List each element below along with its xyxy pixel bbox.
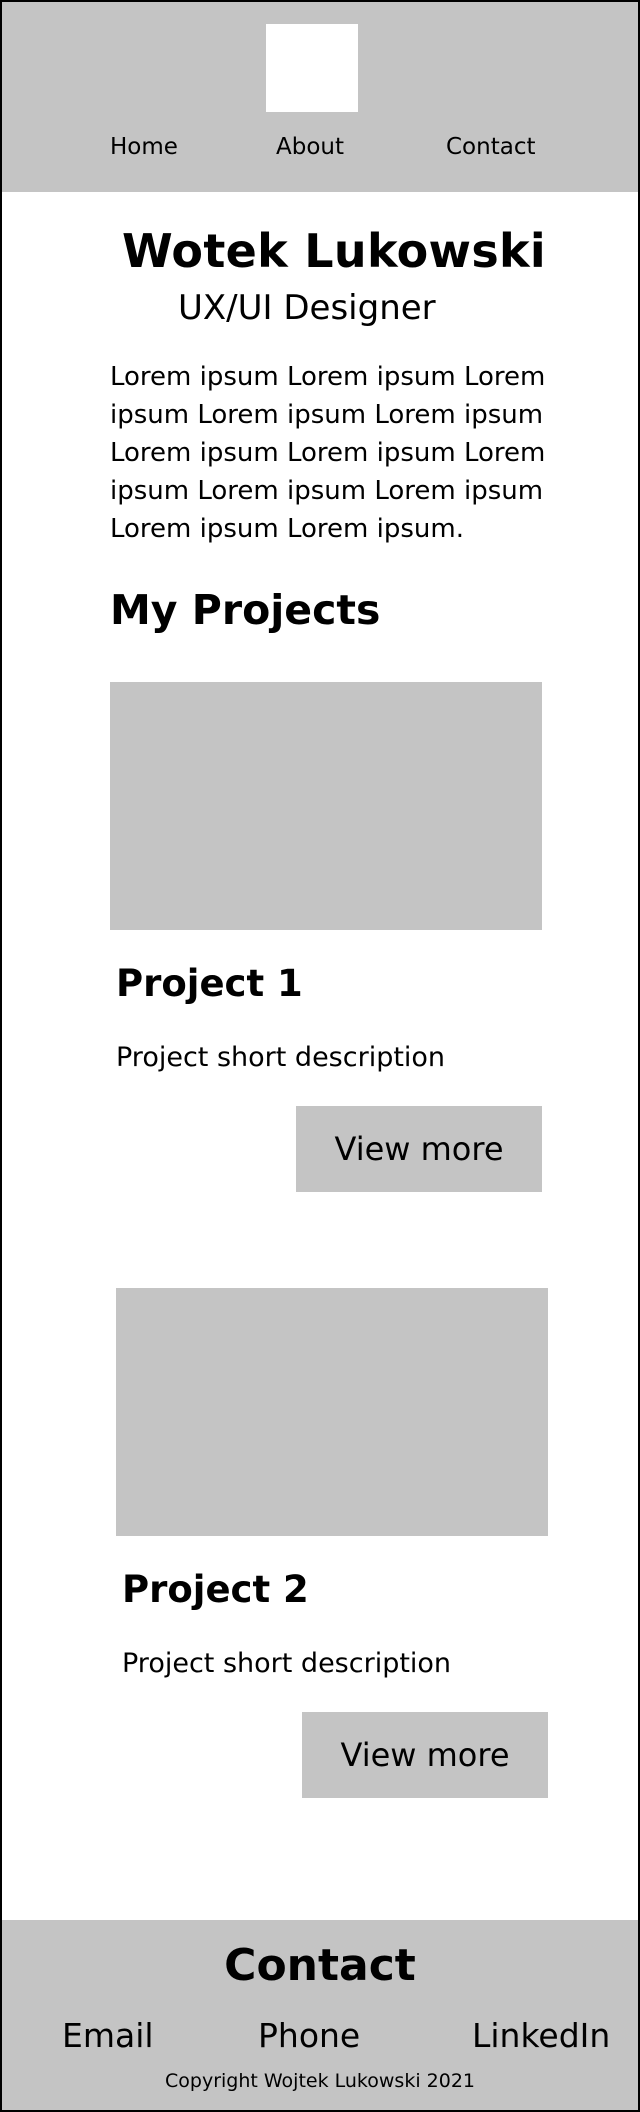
nav-contact[interactable]: Contact bbox=[446, 134, 535, 160]
project-1-description: Project short description bbox=[116, 1042, 446, 1073]
copyright-text: Copyright Wojtek Lukowski 2021 bbox=[165, 2070, 475, 2092]
site-footer: Contact Email Phone LinkedIn Copyright W… bbox=[2, 1920, 638, 2110]
page-frame: Home About Contact Wotek Lukowski UX/UI … bbox=[0, 0, 640, 2112]
site-header: Home About Contact bbox=[2, 2, 638, 192]
project-1-image-placeholder[interactable] bbox=[110, 682, 542, 930]
footer-email-link[interactable]: Email bbox=[62, 2016, 154, 2055]
footer-contact-title: Contact bbox=[224, 1940, 416, 1991]
logo-placeholder[interactable] bbox=[266, 24, 358, 112]
project-1-title: Project 1 bbox=[116, 962, 303, 1005]
footer-phone-link[interactable]: Phone bbox=[258, 2016, 360, 2055]
nav-home[interactable]: Home bbox=[110, 134, 178, 160]
project-2-view-more-button[interactable]: View more bbox=[302, 1712, 548, 1798]
designer-role: UX/UI Designer bbox=[178, 288, 436, 328]
nav-about[interactable]: About bbox=[276, 134, 344, 160]
designer-name: Wotek Lukowski bbox=[122, 224, 546, 278]
project-2-image-placeholder[interactable] bbox=[116, 1288, 548, 1536]
project-2-description: Project short description bbox=[122, 1648, 452, 1679]
project-1-view-more-button[interactable]: View more bbox=[296, 1106, 542, 1192]
bio-paragraph: Lorem ipsum Lorem ipsum Lorem ipsum Lore… bbox=[110, 362, 546, 544]
footer-linkedin-link[interactable]: LinkedIn bbox=[472, 2016, 610, 2055]
project-2-title: Project 2 bbox=[122, 1568, 309, 1611]
projects-section-title: My Projects bbox=[110, 586, 381, 634]
